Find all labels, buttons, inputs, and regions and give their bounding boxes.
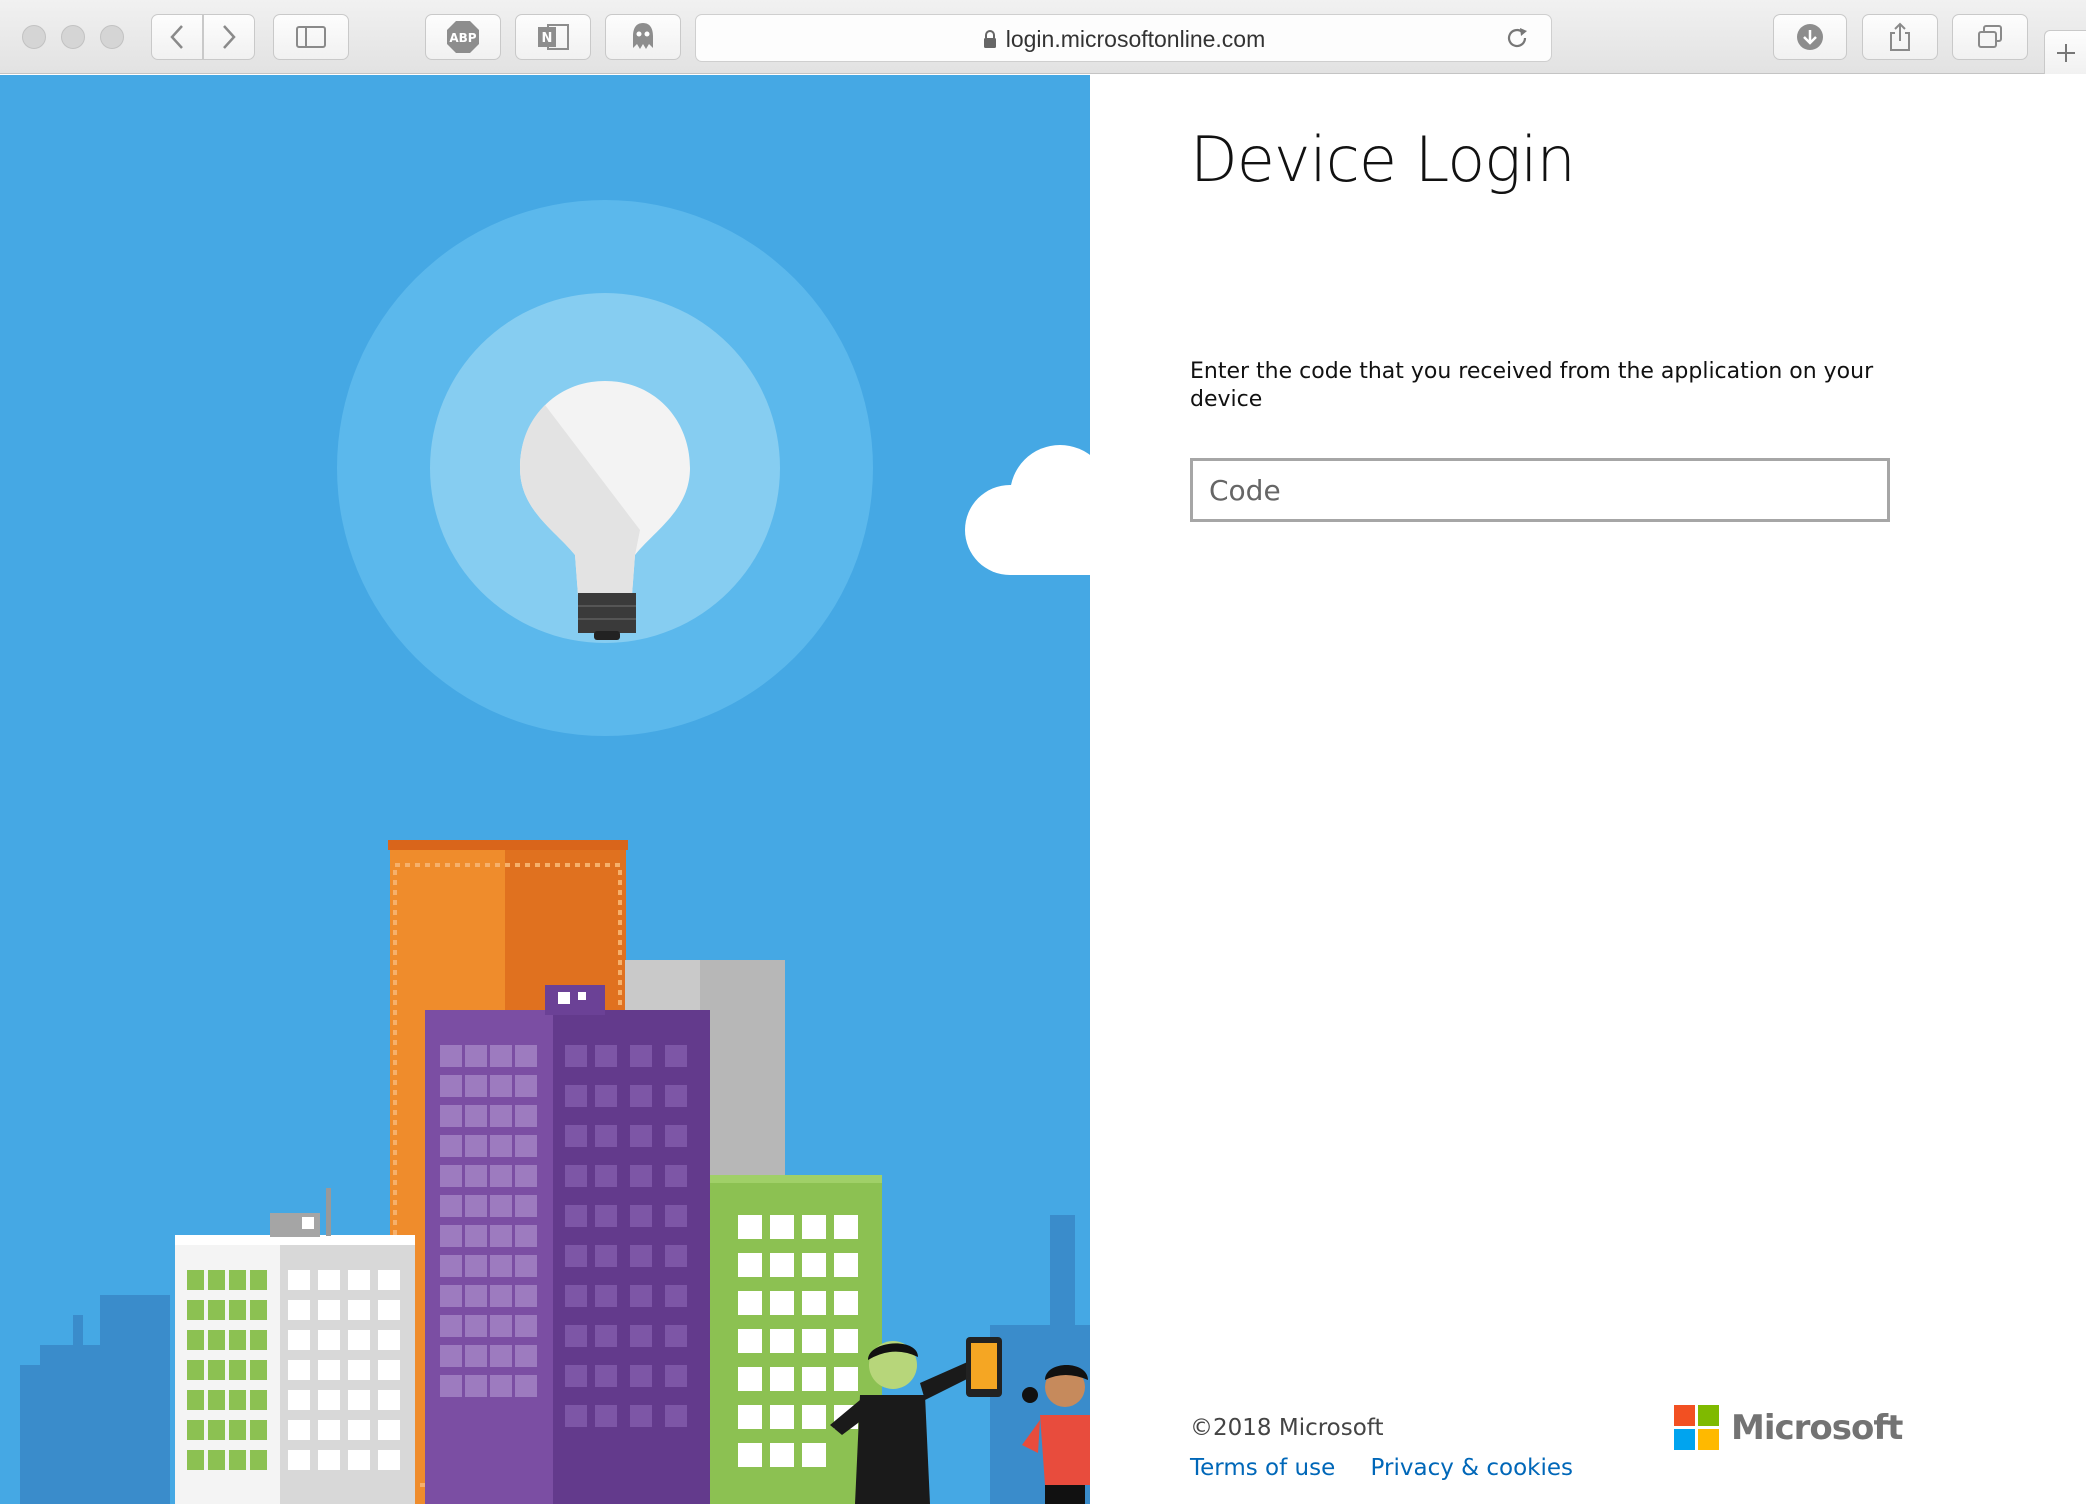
sidebar-icon bbox=[296, 26, 326, 48]
microsoft-logo-icon bbox=[1674, 1405, 1719, 1450]
new-tab-button[interactable] bbox=[2044, 30, 2086, 74]
svg-text:N: N bbox=[542, 31, 553, 46]
tabs-icon bbox=[1978, 25, 2002, 48]
chevron-left-icon bbox=[170, 25, 183, 49]
copyright-text: ©2018 Microsoft bbox=[1190, 1415, 1384, 1441]
chevron-right-icon bbox=[223, 25, 236, 49]
address-bar[interactable]: login.microsoftonline.com bbox=[695, 14, 1552, 62]
hero-illustration bbox=[0, 75, 1090, 1504]
url-text: login.microsoftonline.com bbox=[1005, 26, 1266, 52]
url-display: login.microsoftonline.com bbox=[696, 26, 1551, 53]
microsoft-logo: Microsoft bbox=[1674, 1405, 1903, 1450]
terms-of-use-link[interactable]: Terms of use bbox=[1190, 1455, 1335, 1481]
sidebar-toggle-button[interactable] bbox=[273, 14, 349, 60]
downloads-button[interactable] bbox=[1773, 14, 1847, 60]
share-icon bbox=[1890, 22, 1910, 51]
code-input[interactable] bbox=[1190, 458, 1890, 522]
onenote-extension-button[interactable]: N bbox=[515, 14, 591, 60]
microsoft-wordmark: Microsoft bbox=[1731, 1407, 1903, 1448]
adblock-icon: ABP bbox=[447, 21, 479, 53]
tabs-overview-button[interactable] bbox=[1952, 14, 2028, 60]
onenote-icon: N bbox=[538, 24, 569, 50]
instruction-text: Enter the code that you received from th… bbox=[1190, 359, 1874, 412]
reload-icon[interactable] bbox=[1505, 26, 1529, 50]
close-window-button[interactable] bbox=[22, 25, 46, 49]
login-panel: Device Login Enter the code that you rec… bbox=[1090, 75, 2086, 1504]
back-button[interactable] bbox=[151, 14, 203, 60]
plus-icon bbox=[2056, 43, 2075, 62]
lock-icon bbox=[983, 30, 996, 48]
svg-text:ABP: ABP bbox=[449, 31, 476, 45]
forward-button[interactable] bbox=[203, 14, 255, 60]
privacy-cookies-link[interactable]: Privacy & cookies bbox=[1371, 1455, 1573, 1481]
share-button[interactable] bbox=[1862, 14, 1938, 60]
ghost-icon bbox=[633, 23, 653, 49]
minimize-window-button[interactable] bbox=[61, 25, 85, 49]
browser-toolbar: ABP N login.microsoftonline.com bbox=[0, 0, 2086, 74]
city-lightbulb-illustration bbox=[0, 75, 1090, 1504]
zoom-window-button[interactable] bbox=[100, 25, 124, 49]
page-title: Device Login bbox=[1190, 123, 1576, 196]
adblock-extension-button[interactable]: ABP bbox=[425, 14, 501, 60]
ghostery-extension-button[interactable] bbox=[605, 14, 681, 60]
download-icon bbox=[1797, 24, 1823, 50]
footer-links: Terms of use Privacy & cookies bbox=[1190, 1455, 1601, 1481]
